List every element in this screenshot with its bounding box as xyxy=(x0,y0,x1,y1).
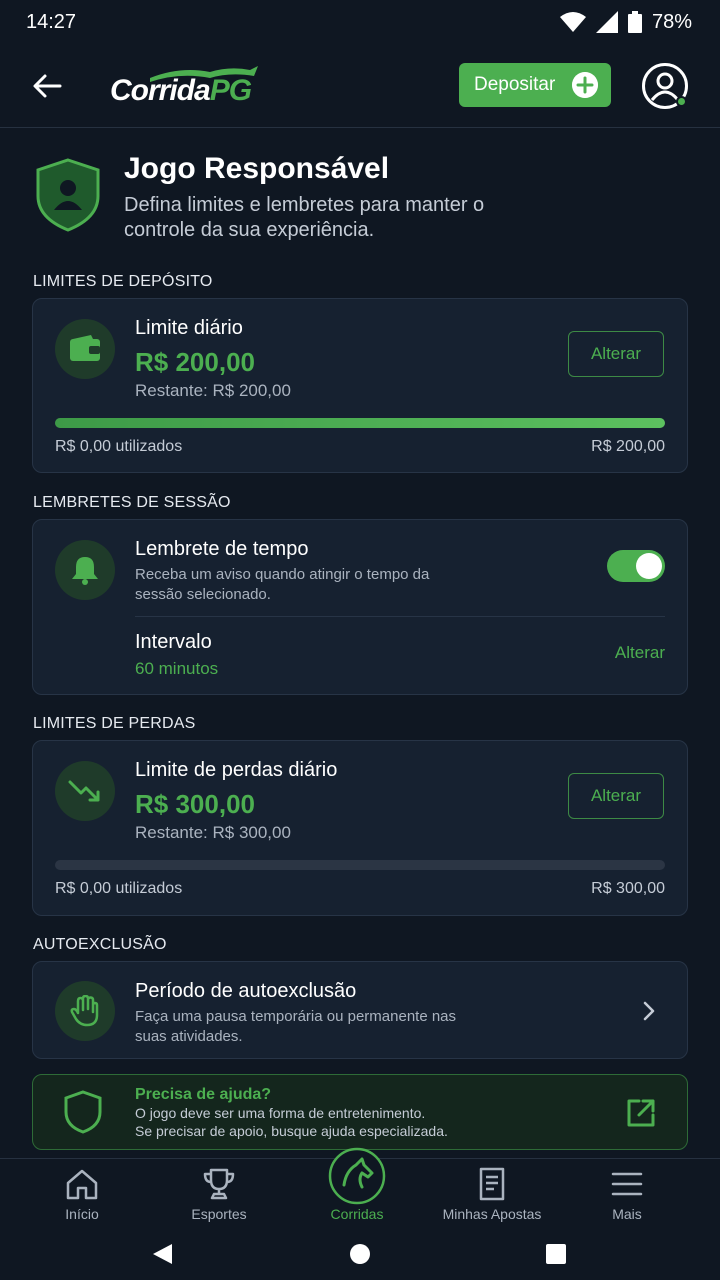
horse-icon xyxy=(328,1147,386,1205)
deposit-limit-remaining: Restante: R$ 200,00 xyxy=(135,381,291,400)
divider xyxy=(135,616,665,617)
status-icons: 78% xyxy=(559,10,692,34)
bell-icon-circle xyxy=(55,540,115,600)
time-reminder-description: Receba um aviso quando atingir o tempo d… xyxy=(135,566,430,603)
trend-down-icon xyxy=(68,780,100,802)
home-icon xyxy=(66,1169,98,1200)
shield-user-icon xyxy=(36,158,100,232)
status-time: 14:27 xyxy=(26,10,77,33)
section-label-self-exclusion: AUTOEXCLUSÃO xyxy=(33,936,167,953)
section-label-session-reminders: LEMBRETES DE SESSÃO xyxy=(33,494,231,511)
change-loss-limit-button[interactable]: Alterar xyxy=(568,773,664,819)
nav-item-more[interactable]: Mais xyxy=(557,1159,697,1231)
interval-label: Intervalo xyxy=(135,631,212,653)
deposit-limit-used: R$ 0,00 utilizados xyxy=(55,438,183,455)
deposit-label: Depositar xyxy=(474,74,556,95)
online-status-dot xyxy=(676,96,687,107)
help-line-2: Se precisar de apoio, busque ajuda espec… xyxy=(135,1123,448,1139)
chevron-right-icon xyxy=(643,1001,655,1021)
deposit-limit-progress xyxy=(55,418,665,428)
loss-limit-progress xyxy=(55,860,665,870)
change-interval-button[interactable]: Alterar xyxy=(615,643,665,663)
help-line-1: O jogo deve ser uma forma de entretenime… xyxy=(135,1105,426,1121)
interval-value: 60 minutos xyxy=(135,659,219,678)
nav-item-my-bets[interactable]: Minhas Apostas xyxy=(422,1159,562,1231)
nav-label: Corridas xyxy=(330,1206,384,1222)
loss-limit-card: Limite de perdas diário R$ 300,00 Restan… xyxy=(32,740,688,916)
page-subtitle: Defina limites e lembretes para manter o… xyxy=(124,194,485,241)
system-home-icon[interactable] xyxy=(349,1243,371,1265)
nav-label: Minhas Apostas xyxy=(442,1206,542,1222)
loss-limit-max: R$ 300,00 xyxy=(591,880,665,897)
deposit-limit-progress-fill xyxy=(55,418,665,428)
nav-item-races[interactable]: Corridas xyxy=(287,1147,427,1231)
deposit-limit-max: R$ 200,00 xyxy=(591,438,665,455)
page-title: Jogo Responsável xyxy=(124,152,390,185)
nav-label: Início xyxy=(65,1206,99,1222)
deposit-button[interactable]: Depositar xyxy=(459,63,611,107)
ticket-icon xyxy=(479,1167,505,1201)
deposit-limit-card: Limite diário R$ 200,00 Restante: R$ 200… xyxy=(32,298,688,473)
app-logo[interactable]: CorridaPG xyxy=(110,74,252,108)
signal-icon xyxy=(595,11,618,33)
loss-limit-used: R$ 0,00 utilizados xyxy=(55,880,183,897)
logo-text-main: Corrida xyxy=(110,74,211,107)
nav-item-home[interactable]: Início xyxy=(12,1159,152,1231)
hand-stop-icon xyxy=(70,995,99,1027)
app-header: CorridaPG Depositar xyxy=(0,44,720,128)
nav-item-sports[interactable]: Esportes xyxy=(149,1159,289,1231)
loss-limit-amount: R$ 300,00 xyxy=(135,789,255,819)
help-card[interactable]: Precisa de ajuda? O jogo deve ser uma fo… xyxy=(32,1074,688,1150)
wallet-icon xyxy=(70,335,100,361)
self-exclusion-card[interactable]: Período de autoexclusão Faça uma pausa t… xyxy=(32,961,688,1059)
trophy-icon xyxy=(203,1168,235,1200)
shield-icon xyxy=(64,1090,102,1134)
self-exclusion-description: Faça uma pausa temporária ou permanente … xyxy=(135,1008,457,1045)
bell-icon xyxy=(72,557,98,585)
deposit-limit-amount: R$ 200,00 xyxy=(135,347,255,377)
section-label-loss-limits: LIMITES DE PERDAS xyxy=(33,715,196,732)
plus-circle-icon xyxy=(572,72,598,98)
menu-icon xyxy=(611,1172,643,1196)
system-navigation-bar xyxy=(0,1230,720,1280)
deposit-limit-title: Limite diário xyxy=(135,317,243,339)
logo-text-accent: PG xyxy=(209,74,252,107)
help-title: Precisa de ajuda? xyxy=(135,1086,272,1103)
hand-icon-circle xyxy=(55,981,115,1041)
external-link-icon[interactable] xyxy=(625,1097,657,1129)
battery-icon xyxy=(627,11,642,33)
self-exclusion-title: Período de autoexclusão xyxy=(135,980,357,1002)
back-arrow-icon[interactable] xyxy=(30,70,66,102)
toggle-knob xyxy=(636,553,662,579)
loss-limit-remaining: Restante: R$ 300,00 xyxy=(135,823,291,842)
bottom-navigation: Início Esportes Corridas Minhas Apostas … xyxy=(0,1147,720,1231)
nav-label: Mais xyxy=(612,1206,642,1222)
change-deposit-limit-button[interactable]: Alterar xyxy=(568,331,664,377)
system-recents-icon[interactable] xyxy=(545,1243,567,1265)
loss-limit-title: Limite de perdas diário xyxy=(135,759,338,781)
status-bar: 14:27 78% xyxy=(0,0,720,44)
section-label-deposit-limits: LIMITES DE DEPÓSITO xyxy=(33,273,213,290)
nav-label: Esportes xyxy=(191,1206,247,1222)
wallet-icon-circle xyxy=(55,319,115,379)
trend-down-icon-circle xyxy=(55,761,115,821)
wifi-icon xyxy=(559,12,586,32)
system-back-icon[interactable] xyxy=(150,1242,174,1266)
session-reminder-card: Lembrete de tempo Receba um aviso quando… xyxy=(32,519,688,695)
time-reminder-toggle[interactable] xyxy=(607,550,665,582)
time-reminder-title: Lembrete de tempo xyxy=(135,538,309,560)
battery-level: 78% xyxy=(651,10,692,33)
